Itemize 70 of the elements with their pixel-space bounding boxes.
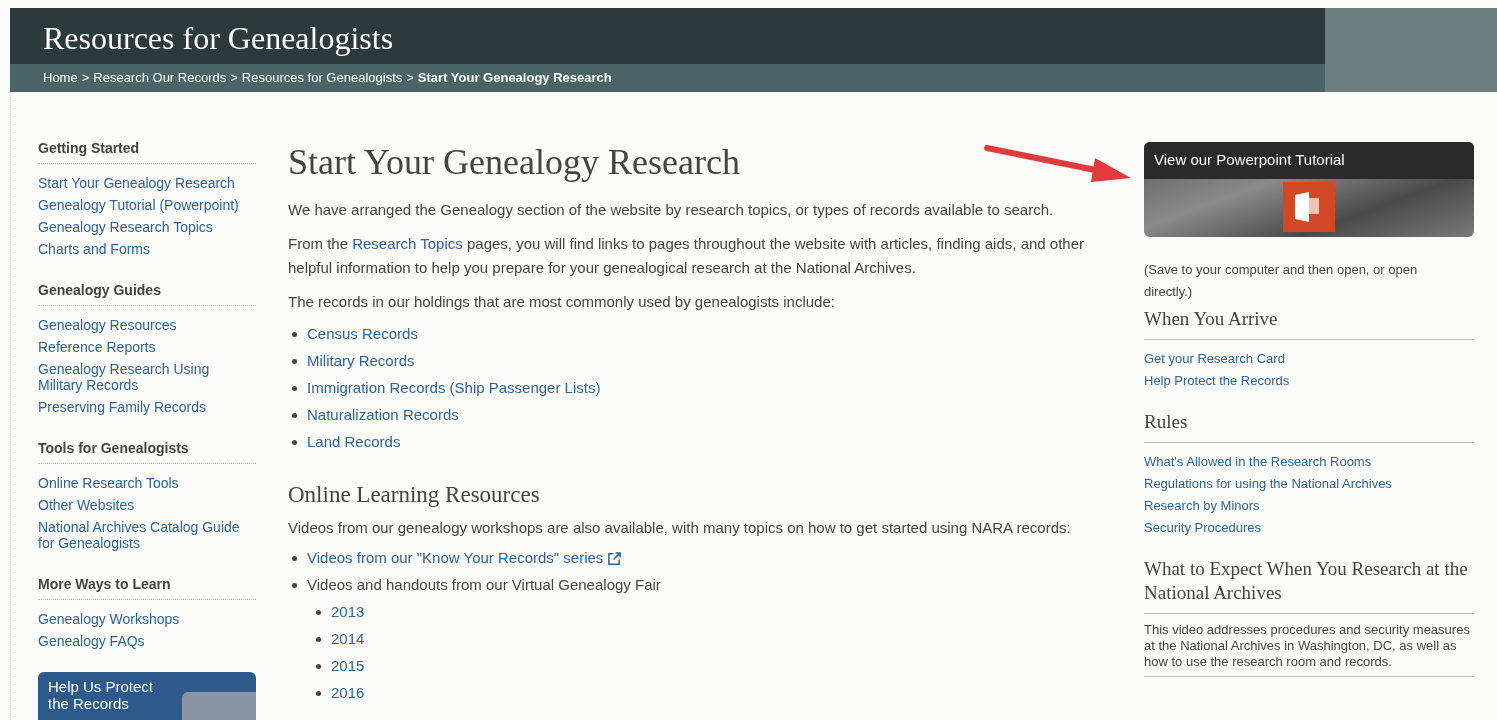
- breadcrumb-link[interactable]: Resources for Genealogists: [241, 68, 403, 88]
- sidebar-link[interactable]: Online Research Tools: [38, 472, 179, 494]
- sidebar-link[interactable]: Start Your Genealogy Research: [38, 172, 235, 194]
- sidebar-link[interactable]: Regulations for using the National Archives: [1144, 473, 1392, 495]
- breadcrumb-separator: >: [406, 69, 414, 88]
- sidebar-link[interactable]: Research by Minors: [1144, 495, 1260, 517]
- section-heading: Getting Started: [38, 138, 256, 164]
- promo-title: Help Us Protect the Records: [48, 678, 155, 712]
- record-link[interactable]: Land Records: [307, 430, 401, 454]
- page-title: Start Your Genealogy Research: [288, 141, 740, 184]
- save-note: (Save to your computer and then open, or open directly.): [1144, 261, 1419, 301]
- section-title: Online Learning Resources: [288, 481, 540, 509]
- presentation-file-icon: [1283, 181, 1335, 232]
- bullet-icon: [292, 439, 297, 445]
- sidebar-link[interactable]: Genealogy Tutorial (Powerpoint): [38, 194, 239, 216]
- sidebar-heading: Rules: [1144, 410, 1474, 443]
- breadcrumb-link[interactable]: Home: [43, 68, 78, 88]
- learning-intro: Videos from our genealogy workshops are also available, with many topics on how to get started using NARA records:: [288, 518, 1072, 538]
- breadcrumb-separator: >: [230, 69, 238, 88]
- bullet-icon: [292, 358, 297, 364]
- sidebar-link[interactable]: Charts and Forms: [38, 238, 151, 260]
- promo-card[interactable]: Help Us Protect the Records: [38, 672, 256, 720]
- section-heading: Genealogy Guides: [38, 280, 256, 306]
- bullet-icon: [316, 663, 321, 669]
- research-topics-link[interactable]: Research Topics: [352, 235, 463, 252]
- bullet-icon: [292, 582, 297, 588]
- breadcrumb-separator: >: [81, 69, 90, 88]
- video-link[interactable]: Videos from our "Know Your Records" series: [307, 546, 623, 570]
- topics-paragraph: From the Research Topics pages, you will find links to pages throughout the website with articles, finding aids, and other helpful information to help you prepare for your genealogical research at the National Archives.: [288, 234, 1085, 278]
- year-link[interactable]: 2016: [331, 681, 365, 705]
- video-description: This video addresses procedures and security measures at the National Archives in Washington, DC, as well as how to use the research room and records.: [1144, 622, 1474, 677]
- year-link[interactable]: 2013: [331, 600, 365, 624]
- section-heading: More Ways to Learn: [38, 574, 256, 600]
- record-link[interactable]: Immigration Records (Ship Passenger Lists): [307, 376, 601, 400]
- tutorial-card[interactable]: View our Powerpoint Tutorial: [1144, 142, 1474, 237]
- sidebar-link[interactable]: Genealogy Research Topics: [38, 216, 213, 238]
- tutorial-title: View our Powerpoint Tutorial: [1144, 142, 1474, 179]
- sidebar-link[interactable]: Help Protect the Records: [1144, 370, 1290, 392]
- bullet-icon: [316, 609, 321, 615]
- sidebar-link[interactable]: Reference Reports: [38, 336, 156, 358]
- sidebar-link[interactable]: What's Allowed in the Research Rooms: [1144, 451, 1372, 473]
- bullet-icon: [292, 412, 297, 418]
- bullet-icon: [292, 331, 297, 337]
- intro-text: We have arranged the Genealogy section of the website by research topics, or types of records available to search.: [288, 200, 1055, 220]
- site-title: Resources for Genealogists: [42, 19, 395, 58]
- bullet-icon: [292, 385, 297, 391]
- sidebar-link[interactable]: Security Procedures: [1144, 517, 1262, 539]
- breadcrumb-link[interactable]: Research Our Records: [93, 68, 227, 88]
- bullet-icon: [316, 636, 321, 642]
- sidebar-link[interactable]: Genealogy Resources: [38, 314, 177, 336]
- sidebar-link[interactable]: Get your Research Card: [1144, 348, 1285, 370]
- sidebar-link[interactable]: Preserving Family Records: [38, 396, 207, 418]
- year-link[interactable]: 2015: [331, 654, 365, 678]
- sidebar-link[interactable]: Genealogy Research Using Military Records: [38, 358, 256, 396]
- sidebar-heading: When You Arrive: [1144, 307, 1474, 340]
- record-link[interactable]: Census Records: [307, 322, 418, 346]
- record-link[interactable]: Naturalization Records: [307, 403, 459, 427]
- records-intro: The records in our holdings that are most commonly used by genealogists include:: [288, 292, 836, 312]
- year-link[interactable]: 2014: [331, 627, 365, 651]
- sidebar-link[interactable]: National Archives Catalog Guide for Genealogists: [38, 516, 256, 554]
- section-heading: Tools for Genealogists: [38, 438, 256, 464]
- sidebar-link[interactable]: Genealogy Workshops: [38, 608, 180, 630]
- list-text: Videos and handouts from our Virtual Genealogy Fair: [307, 575, 661, 595]
- bullet-icon: [292, 555, 297, 561]
- bullet-icon: [316, 690, 321, 696]
- sidebar-link[interactable]: Genealogy FAQs: [38, 630, 145, 652]
- breadcrumb-current: Start Your Genealogy Research: [417, 69, 612, 88]
- sidebar-heading: What to Expect When You Research at the National Archives: [1144, 557, 1474, 614]
- sidebar-link[interactable]: Other Websites: [38, 494, 135, 516]
- record-link[interactable]: Military Records: [307, 349, 415, 373]
